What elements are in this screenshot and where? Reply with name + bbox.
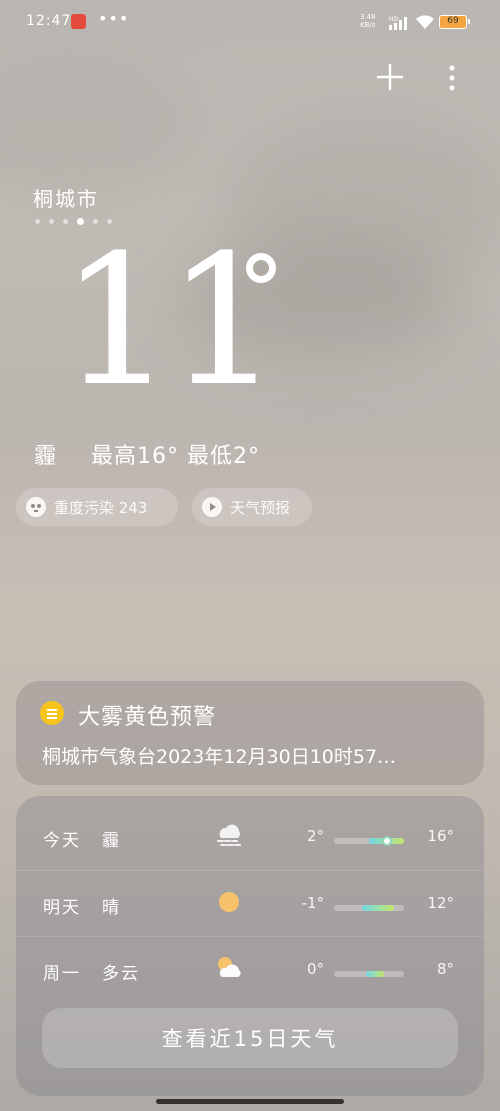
warning-icon: [40, 701, 64, 725]
forecast-day: 明天: [43, 898, 81, 918]
play-icon: [202, 497, 222, 517]
status-time: 12:47: [26, 13, 72, 29]
add-city-button[interactable]: [375, 62, 405, 92]
warning-title: 大雾黄色预警: [78, 705, 217, 730]
forecast-card: 今天 霾 2° 16° 明天 晴 -1° 12° 周一 多云 0° 8° 查看近…: [16, 796, 484, 1096]
partly-cloudy-icon: [214, 953, 244, 983]
temperature-range-fill: [362, 905, 394, 911]
fog-warning-card[interactable]: 大雾黄色预警 桐城市气象台2023年12月30日10时57…: [16, 681, 484, 785]
forecast-condition: 霾: [102, 831, 121, 851]
forecast-day: 今天: [43, 831, 81, 851]
forecast-condition: 晴: [102, 898, 121, 918]
forecast-high: 16°: [427, 827, 454, 845]
degree-icon: [246, 253, 276, 283]
current-condition: 霾: [34, 444, 58, 469]
forecast-high: 12°: [427, 894, 454, 912]
forecast-low: 0°: [306, 960, 324, 978]
page-dot: [35, 219, 40, 224]
wifi-icon: [416, 15, 434, 29]
battery-icon: 69: [439, 15, 470, 29]
net-speed: 3.48 KB/s: [360, 13, 376, 29]
forecast-row[interactable]: 周一 多云 0° 8°: [16, 936, 484, 1002]
view-15-day-forecast-button[interactable]: 查看近15日天气: [42, 1008, 458, 1068]
city-name[interactable]: 桐城市: [33, 183, 99, 212]
status-bar: 12:47 ••• 3.48 KB/s HD 69: [0, 0, 500, 44]
temperature-range-bar: [334, 971, 404, 977]
skull-icon: [26, 497, 46, 517]
home-indicator[interactable]: [156, 1099, 344, 1104]
signal-icon: HD: [389, 16, 407, 30]
today-summary: 霾 最高16° 最低2°: [34, 438, 260, 470]
more-menu-button[interactable]: [440, 62, 464, 94]
current-temperature: 11: [60, 217, 281, 426]
weather-report-pill[interactable]: 天气预报: [192, 488, 312, 526]
notification-more-icon: •••: [98, 9, 130, 28]
forecast-row[interactable]: 今天 霾 2° 16°: [16, 804, 484, 870]
air-quality-label: 重度污染 243: [54, 498, 148, 517]
forecast-low: -1°: [301, 894, 324, 912]
today-low: 最低2°: [187, 444, 261, 469]
page-dot: [49, 219, 54, 224]
temperature-range-bar: [334, 836, 404, 846]
warning-text: 桐城市气象台2023年12月30日10时57…: [42, 746, 397, 768]
svg-text:HD: HD: [389, 16, 399, 23]
today-high: 最高16°: [91, 444, 180, 469]
current-temp-marker: [381, 836, 392, 846]
sun-icon: [214, 887, 244, 917]
notification-badge-icon: [71, 14, 86, 29]
temperature-range-bar: [334, 905, 404, 911]
temperature-range-fill: [365, 971, 385, 977]
forecast-condition: 多云: [102, 964, 140, 984]
forecast-row[interactable]: 明天 晴 -1° 12°: [16, 870, 484, 936]
haze-icon: [214, 820, 244, 850]
air-quality-pill[interactable]: 重度污染 243: [16, 488, 178, 526]
weather-report-label: 天气预报: [230, 498, 291, 517]
forecast-low: 2°: [306, 827, 324, 845]
forecast-day: 周一: [43, 964, 81, 984]
forecast-high: 8°: [436, 960, 454, 978]
